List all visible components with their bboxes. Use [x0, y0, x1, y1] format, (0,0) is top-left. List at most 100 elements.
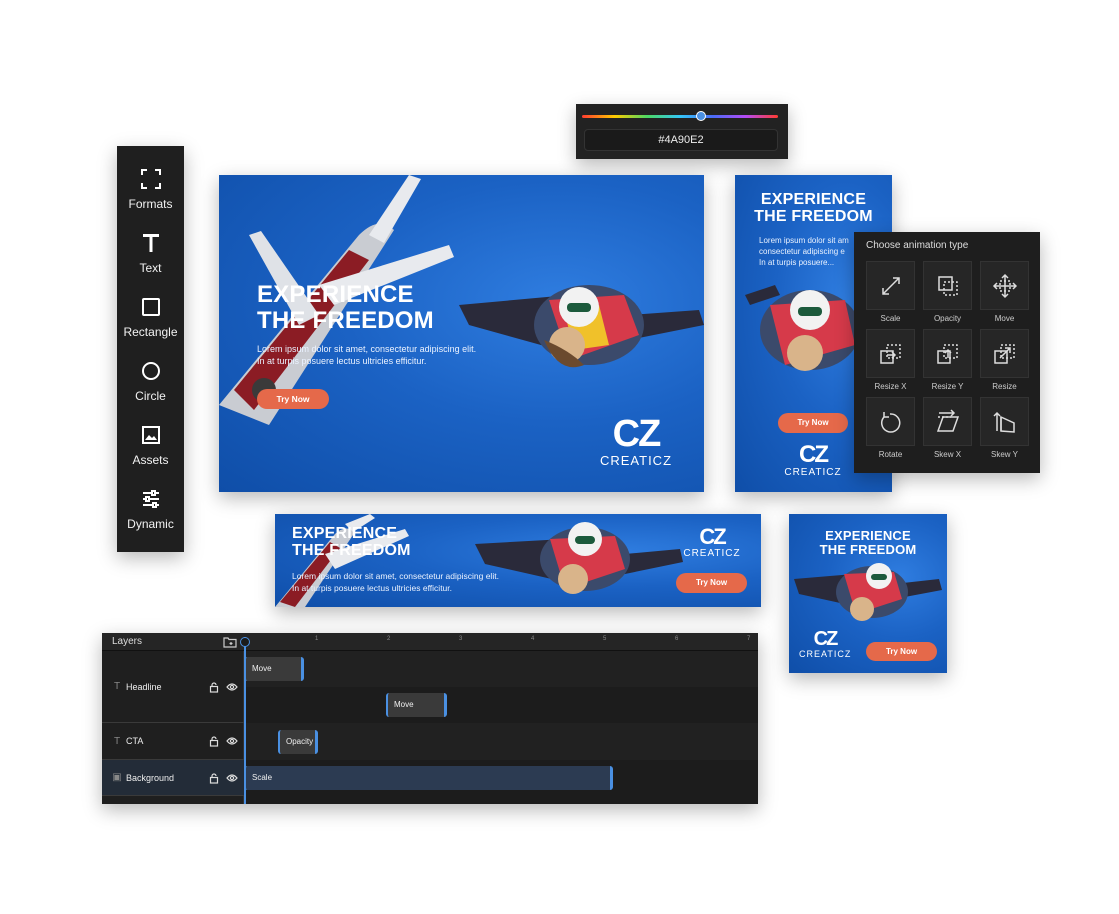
- layers-title: Layers: [112, 636, 143, 647]
- headline-line-2: THE FREEDOM: [292, 542, 411, 560]
- playhead[interactable]: [244, 637, 246, 804]
- track-cta: [244, 723, 758, 760]
- banner-headline: EXPERIENCE THE FREEDOM: [257, 282, 434, 334]
- tool-assets[interactable]: Assets: [117, 424, 184, 488]
- logo-mark: CZ: [813, 628, 839, 650]
- hue-slider-handle[interactable]: [695, 111, 706, 121]
- headline-line-2: THE FREEDOM: [257, 306, 434, 334]
- image-icon: [141, 426, 160, 444]
- tool-formats[interactable]: Formats: [117, 168, 184, 232]
- resize-x-icon: [879, 343, 901, 364]
- body-line-1: Lorem ipsum dolor sit amet, consectetur …: [257, 344, 477, 354]
- animation-label: Skew X: [933, 450, 962, 459]
- animation-resize-x[interactable]: Resize X: [866, 329, 915, 397]
- hex-color-input[interactable]: #4A90E2: [584, 129, 778, 151]
- logo-mark: CZ: [699, 524, 726, 549]
- opacity-icon: [937, 275, 958, 296]
- creaticz-logo: CZ CREATICZ: [773, 443, 853, 479]
- banner-body-text: Lorem ipsum dolor sit amet, consectetur …: [292, 570, 499, 594]
- lock-icon[interactable]: [208, 681, 220, 693]
- animation-scale[interactable]: Scale: [866, 261, 915, 329]
- hue-slider[interactable]: [582, 111, 778, 121]
- banner-body-text: Lorem ipsum dolor sit am consectetur adi…: [759, 235, 849, 268]
- banner-square[interactable]: EXPERIENCE THE FREEDOM CZ CREATICZ Try N…: [789, 514, 947, 673]
- sliders-icon: [142, 490, 159, 508]
- clip-headline-move-2[interactable]: Move: [386, 693, 447, 717]
- try-now-button[interactable]: Try Now: [778, 413, 848, 433]
- tool-text[interactable]: Text: [117, 232, 184, 296]
- tool-label: Assets: [132, 453, 169, 467]
- banner-large[interactable]: EXPERIENCE THE FREEDOM Lorem ipsum dolor…: [219, 175, 704, 492]
- layer-headline[interactable]: T Headline: [102, 651, 244, 723]
- layers-timeline: Layers 1 2 3 4 5 6 7 T Headline T CTA ▣ …: [102, 633, 758, 804]
- banner-wide[interactable]: EXPERIENCE THE FREEDOM Lorem ipsum dolor…: [275, 514, 761, 607]
- headline-line-2: THE FREEDOM: [819, 542, 917, 558]
- tool-label: Dynamic: [127, 517, 174, 531]
- clip-headline-move-1[interactable]: Move: [244, 657, 304, 681]
- tool-circle[interactable]: Circle: [117, 360, 184, 424]
- headline-line-1: EXPERIENCE: [292, 525, 398, 542]
- animation-skew-y[interactable]: Skew Y: [980, 397, 1029, 465]
- animation-panel-title: Choose animation type: [866, 240, 969, 251]
- animation-rotate[interactable]: Rotate: [866, 397, 915, 465]
- body-line-3: In at turpis posuere...: [759, 258, 835, 267]
- try-now-button[interactable]: Try Now: [257, 389, 329, 409]
- try-now-button[interactable]: Try Now: [866, 642, 937, 661]
- logo-wordmark: CREATICZ: [799, 649, 852, 659]
- animation-resize-y[interactable]: Resize Y: [923, 329, 972, 397]
- resize-y-icon: [936, 343, 958, 364]
- eye-icon[interactable]: [226, 681, 238, 693]
- frame-corners-icon: [140, 169, 161, 189]
- animation-label: Scale: [880, 314, 901, 323]
- logo-wordmark: CREATICZ: [683, 548, 741, 559]
- timeline-tick: 7: [747, 636, 751, 642]
- skew-x-icon: [936, 408, 959, 432]
- skydiver-image: [475, 522, 683, 594]
- banner-headline: EXPERIENCE THE FREEDOM: [735, 191, 892, 226]
- animation-type-panel: Choose animation type Scale Opacity Move…: [854, 232, 1040, 473]
- tool-dynamic[interactable]: Dynamic: [117, 488, 184, 552]
- animation-skew-x[interactable]: Skew X: [923, 397, 972, 465]
- logo-wordmark: CREATICZ: [599, 453, 673, 468]
- clip-background-scale[interactable]: Scale: [244, 766, 613, 790]
- body-line-2: In at turpis posuere lectus ultricies ef…: [257, 356, 427, 366]
- body-line-1: Lorem ipsum dolor sit amet, consectetur …: [292, 571, 499, 581]
- image-icon: ▣: [112, 772, 122, 783]
- rotate-icon: [880, 411, 900, 433]
- body-line-2: In at turpis posuere lectus ultricies ef…: [292, 583, 453, 593]
- layer-name: Background: [126, 772, 175, 783]
- animation-opacity[interactable]: Opacity: [923, 261, 972, 329]
- tool-label: Rectangle: [123, 325, 178, 339]
- layer-cta[interactable]: T CTA: [102, 723, 244, 760]
- timeline-tick: 4: [531, 636, 535, 642]
- animation-resize[interactable]: Resize: [980, 329, 1029, 397]
- tool-label: Circle: [135, 389, 166, 403]
- layer-name: CTA: [126, 736, 144, 746]
- body-line-1: Lorem ipsum dolor sit am: [759, 236, 849, 245]
- logo-mark: CZ: [612, 413, 662, 455]
- layer-background[interactable]: ▣ Background: [102, 760, 244, 796]
- animation-move[interactable]: Move: [980, 261, 1029, 329]
- add-folder-icon[interactable]: [223, 636, 237, 648]
- banner-body-text: Lorem ipsum dolor sit amet, consectetur …: [257, 343, 476, 367]
- try-now-button[interactable]: Try Now: [676, 573, 747, 593]
- tool-rectangle[interactable]: Rectangle: [117, 296, 184, 360]
- skew-y-icon: [992, 411, 1015, 433]
- eye-icon[interactable]: [226, 735, 238, 747]
- timeline-header: Layers 1 2 3 4 5 6 7: [102, 633, 758, 651]
- logo-wordmark: CREATICZ: [784, 467, 842, 478]
- timeline-tick: 5: [603, 636, 607, 642]
- headline-line-1: EXPERIENCE: [825, 528, 911, 543]
- animation-label: Resize Y: [931, 382, 964, 391]
- tool-sidebar: Formats Text Rectangle Circle Assets Dyn…: [117, 146, 184, 552]
- lock-icon[interactable]: [208, 735, 220, 747]
- animation-label: Resize: [992, 382, 1017, 391]
- creaticz-logo: CZ CREATICZ: [799, 628, 850, 659]
- banner-headline: EXPERIENCE THE FREEDOM: [789, 528, 947, 558]
- layer-list: T Headline T CTA ▣ Background: [102, 651, 244, 804]
- eye-icon[interactable]: [226, 772, 238, 784]
- rectangle-icon: [141, 298, 160, 316]
- playhead-handle[interactable]: [240, 637, 250, 647]
- clip-cta-opacity[interactable]: Opacity: [278, 730, 318, 754]
- lock-icon[interactable]: [208, 772, 220, 784]
